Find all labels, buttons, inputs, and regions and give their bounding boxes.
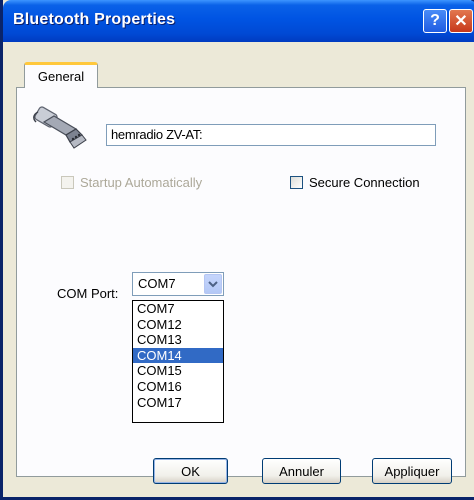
bluetooth-properties-window: Bluetooth Properties ? ✕ General hemradi…	[0, 0, 474, 500]
ok-button[interactable]: OK	[153, 458, 228, 484]
ok-button-label: OK	[181, 463, 200, 479]
startup-automatically-label: Startup Automatically	[80, 175, 203, 190]
apply-button-label: Appliquer	[384, 463, 440, 479]
com-port-selected-value: COM7	[138, 276, 176, 291]
com-port-option-highlighted[interactable]: COM14	[133, 347, 223, 364]
com-port-combobox[interactable]: COM7	[132, 272, 224, 296]
tab-general[interactable]: General	[24, 62, 98, 88]
close-button[interactable]: ✕	[449, 9, 473, 33]
com-port-option[interactable]: COM15	[133, 363, 223, 379]
cancel-button[interactable]: Annuler	[262, 458, 341, 484]
window-title: Bluetooth Properties	[13, 11, 176, 28]
startup-automatically-checkbox[interactable]: Startup Automatically	[61, 175, 202, 190]
com-port-option[interactable]: COM13	[133, 332, 223, 348]
secure-connection-label: Secure Connection	[309, 175, 420, 190]
title-bar[interactable]: Bluetooth Properties ? ✕	[3, 0, 474, 42]
tab-general-label: General	[37, 69, 85, 84]
chevron-down-icon	[208, 281, 218, 288]
help-icon: ?	[430, 12, 440, 29]
startup-checkbox-box[interactable]	[61, 176, 74, 189]
serial-port-connector-icon	[30, 102, 90, 153]
dropdown-arrow-button[interactable]	[204, 274, 222, 294]
device-name-field[interactable]: hemradio ZV-AT:	[106, 124, 436, 146]
com-port-option[interactable]: COM16	[133, 379, 223, 395]
help-button[interactable]: ?	[423, 9, 447, 33]
dialog-content: General hemradio ZV-AT: Startup Automati…	[6, 42, 474, 497]
com-port-label: COM Port:	[57, 286, 119, 301]
apply-button[interactable]: Appliquer	[372, 458, 452, 484]
close-icon: ✕	[454, 13, 468, 30]
secure-connection-checkbox[interactable]: Secure Connection	[290, 175, 420, 190]
com-port-dropdown-list: COM7 COM12 COM13 COM14 COM15 COM16 COM17	[132, 300, 224, 423]
com-port-option[interactable]: COM7	[133, 301, 223, 317]
com-port-option[interactable]: COM12	[133, 317, 223, 333]
com-port-option[interactable]: COM17	[133, 395, 223, 411]
cancel-button-label: Annuler	[279, 463, 324, 479]
secure-checkbox-box[interactable]	[290, 176, 303, 189]
